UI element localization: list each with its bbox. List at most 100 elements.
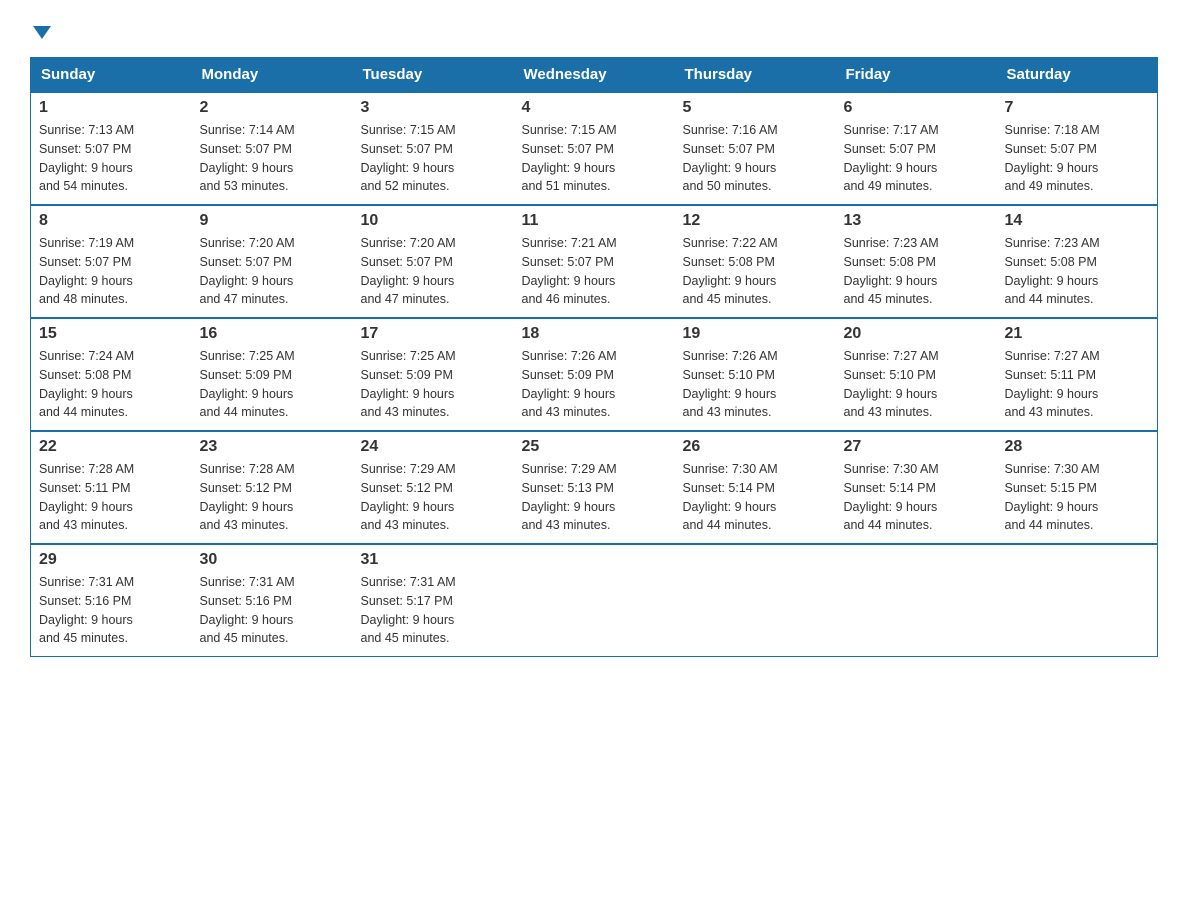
calendar-cell: 3 Sunrise: 7:15 AMSunset: 5:07 PMDayligh…: [353, 92, 514, 205]
day-info: Sunrise: 7:15 AMSunset: 5:07 PMDaylight:…: [522, 123, 617, 193]
calendar-cell: 6 Sunrise: 7:17 AMSunset: 5:07 PMDayligh…: [836, 92, 997, 205]
calendar-cell: 1 Sunrise: 7:13 AMSunset: 5:07 PMDayligh…: [31, 92, 192, 205]
calendar-cell: 29 Sunrise: 7:31 AMSunset: 5:16 PMDaylig…: [31, 544, 192, 657]
day-number: 12: [683, 212, 828, 230]
calendar-body: 1 Sunrise: 7:13 AMSunset: 5:07 PMDayligh…: [31, 92, 1158, 657]
day-info: Sunrise: 7:23 AMSunset: 5:08 PMDaylight:…: [1005, 236, 1100, 306]
calendar-cell: 18 Sunrise: 7:26 AMSunset: 5:09 PMDaylig…: [514, 318, 675, 431]
day-info: Sunrise: 7:28 AMSunset: 5:11 PMDaylight:…: [39, 462, 134, 532]
day-number: 30: [200, 551, 345, 569]
calendar-cell: 30 Sunrise: 7:31 AMSunset: 5:16 PMDaylig…: [192, 544, 353, 657]
day-number: 6: [844, 99, 989, 117]
calendar-cell: [997, 544, 1158, 657]
calendar-header-tuesday: Tuesday: [353, 58, 514, 93]
day-info: Sunrise: 7:30 AMSunset: 5:14 PMDaylight:…: [683, 462, 778, 532]
day-number: 19: [683, 325, 828, 343]
day-info: Sunrise: 7:26 AMSunset: 5:10 PMDaylight:…: [683, 349, 778, 419]
day-info: Sunrise: 7:20 AMSunset: 5:07 PMDaylight:…: [361, 236, 456, 306]
day-number: 22: [39, 438, 184, 456]
calendar-week-3: 15 Sunrise: 7:24 AMSunset: 5:08 PMDaylig…: [31, 318, 1158, 431]
calendar-cell: 24 Sunrise: 7:29 AMSunset: 5:12 PMDaylig…: [353, 431, 514, 544]
day-info: Sunrise: 7:30 AMSunset: 5:14 PMDaylight:…: [844, 462, 939, 532]
calendar-header-monday: Monday: [192, 58, 353, 93]
calendar-cell: 26 Sunrise: 7:30 AMSunset: 5:14 PMDaylig…: [675, 431, 836, 544]
calendar-header-sunday: Sunday: [31, 58, 192, 93]
day-info: Sunrise: 7:14 AMSunset: 5:07 PMDaylight:…: [200, 123, 295, 193]
calendar-cell: 13 Sunrise: 7:23 AMSunset: 5:08 PMDaylig…: [836, 205, 997, 318]
day-number: 17: [361, 325, 506, 343]
day-info: Sunrise: 7:24 AMSunset: 5:08 PMDaylight:…: [39, 349, 134, 419]
calendar-cell: 15 Sunrise: 7:24 AMSunset: 5:08 PMDaylig…: [31, 318, 192, 431]
calendar-week-5: 29 Sunrise: 7:31 AMSunset: 5:16 PMDaylig…: [31, 544, 1158, 657]
day-number: 7: [1005, 99, 1150, 117]
day-number: 21: [1005, 325, 1150, 343]
day-number: 26: [683, 438, 828, 456]
day-number: 8: [39, 212, 184, 230]
day-info: Sunrise: 7:27 AMSunset: 5:10 PMDaylight:…: [844, 349, 939, 419]
calendar-cell: 12 Sunrise: 7:22 AMSunset: 5:08 PMDaylig…: [675, 205, 836, 318]
calendar-cell: 7 Sunrise: 7:18 AMSunset: 5:07 PMDayligh…: [997, 92, 1158, 205]
calendar-week-2: 8 Sunrise: 7:19 AMSunset: 5:07 PMDayligh…: [31, 205, 1158, 318]
day-info: Sunrise: 7:15 AMSunset: 5:07 PMDaylight:…: [361, 123, 456, 193]
calendar-cell: 21 Sunrise: 7:27 AMSunset: 5:11 PMDaylig…: [997, 318, 1158, 431]
calendar-header-friday: Friday: [836, 58, 997, 93]
calendar-cell: 27 Sunrise: 7:30 AMSunset: 5:14 PMDaylig…: [836, 431, 997, 544]
calendar-cell: 28 Sunrise: 7:30 AMSunset: 5:15 PMDaylig…: [997, 431, 1158, 544]
day-number: 18: [522, 325, 667, 343]
day-number: 10: [361, 212, 506, 230]
day-number: 9: [200, 212, 345, 230]
calendar-cell: 11 Sunrise: 7:21 AMSunset: 5:07 PMDaylig…: [514, 205, 675, 318]
day-info: Sunrise: 7:31 AMSunset: 5:16 PMDaylight:…: [200, 575, 295, 645]
calendar-week-4: 22 Sunrise: 7:28 AMSunset: 5:11 PMDaylig…: [31, 431, 1158, 544]
calendar-cell: 9 Sunrise: 7:20 AMSunset: 5:07 PMDayligh…: [192, 205, 353, 318]
day-number: 29: [39, 551, 184, 569]
day-number: 13: [844, 212, 989, 230]
calendar-cell: [675, 544, 836, 657]
calendar-cell: 25 Sunrise: 7:29 AMSunset: 5:13 PMDaylig…: [514, 431, 675, 544]
day-number: 2: [200, 99, 345, 117]
day-number: 16: [200, 325, 345, 343]
page-header: [30, 20, 1158, 39]
calendar-cell: [514, 544, 675, 657]
calendar-header-thursday: Thursday: [675, 58, 836, 93]
day-info: Sunrise: 7:23 AMSunset: 5:08 PMDaylight:…: [844, 236, 939, 306]
day-number: 25: [522, 438, 667, 456]
calendar-week-1: 1 Sunrise: 7:13 AMSunset: 5:07 PMDayligh…: [31, 92, 1158, 205]
day-info: Sunrise: 7:17 AMSunset: 5:07 PMDaylight:…: [844, 123, 939, 193]
day-info: Sunrise: 7:20 AMSunset: 5:07 PMDaylight:…: [200, 236, 295, 306]
day-info: Sunrise: 7:30 AMSunset: 5:15 PMDaylight:…: [1005, 462, 1100, 532]
day-number: 27: [844, 438, 989, 456]
day-number: 5: [683, 99, 828, 117]
calendar-cell: 16 Sunrise: 7:25 AMSunset: 5:09 PMDaylig…: [192, 318, 353, 431]
day-number: 28: [1005, 438, 1150, 456]
day-info: Sunrise: 7:28 AMSunset: 5:12 PMDaylight:…: [200, 462, 295, 532]
day-info: Sunrise: 7:26 AMSunset: 5:09 PMDaylight:…: [522, 349, 617, 419]
day-info: Sunrise: 7:18 AMSunset: 5:07 PMDaylight:…: [1005, 123, 1100, 193]
calendar-cell: 14 Sunrise: 7:23 AMSunset: 5:08 PMDaylig…: [997, 205, 1158, 318]
calendar-header-saturday: Saturday: [997, 58, 1158, 93]
day-number: 15: [39, 325, 184, 343]
calendar-cell: 17 Sunrise: 7:25 AMSunset: 5:09 PMDaylig…: [353, 318, 514, 431]
calendar-cell: 22 Sunrise: 7:28 AMSunset: 5:11 PMDaylig…: [31, 431, 192, 544]
logo-arrow-icon: [33, 26, 51, 39]
day-number: 31: [361, 551, 506, 569]
day-number: 1: [39, 99, 184, 117]
calendar-cell: 23 Sunrise: 7:28 AMSunset: 5:12 PMDaylig…: [192, 431, 353, 544]
day-info: Sunrise: 7:16 AMSunset: 5:07 PMDaylight:…: [683, 123, 778, 193]
day-info: Sunrise: 7:22 AMSunset: 5:08 PMDaylight:…: [683, 236, 778, 306]
calendar-cell: 5 Sunrise: 7:16 AMSunset: 5:07 PMDayligh…: [675, 92, 836, 205]
day-info: Sunrise: 7:13 AMSunset: 5:07 PMDaylight:…: [39, 123, 134, 193]
day-info: Sunrise: 7:19 AMSunset: 5:07 PMDaylight:…: [39, 236, 134, 306]
day-info: Sunrise: 7:31 AMSunset: 5:17 PMDaylight:…: [361, 575, 456, 645]
calendar-cell: 20 Sunrise: 7:27 AMSunset: 5:10 PMDaylig…: [836, 318, 997, 431]
calendar-header: SundayMondayTuesdayWednesdayThursdayFrid…: [31, 58, 1158, 93]
day-number: 14: [1005, 212, 1150, 230]
calendar-cell: 4 Sunrise: 7:15 AMSunset: 5:07 PMDayligh…: [514, 92, 675, 205]
calendar-cell: 8 Sunrise: 7:19 AMSunset: 5:07 PMDayligh…: [31, 205, 192, 318]
day-info: Sunrise: 7:25 AMSunset: 5:09 PMDaylight:…: [200, 349, 295, 419]
day-info: Sunrise: 7:31 AMSunset: 5:16 PMDaylight:…: [39, 575, 134, 645]
calendar-cell: 19 Sunrise: 7:26 AMSunset: 5:10 PMDaylig…: [675, 318, 836, 431]
calendar-cell: 10 Sunrise: 7:20 AMSunset: 5:07 PMDaylig…: [353, 205, 514, 318]
day-info: Sunrise: 7:25 AMSunset: 5:09 PMDaylight:…: [361, 349, 456, 419]
calendar-header-wednesday: Wednesday: [514, 58, 675, 93]
